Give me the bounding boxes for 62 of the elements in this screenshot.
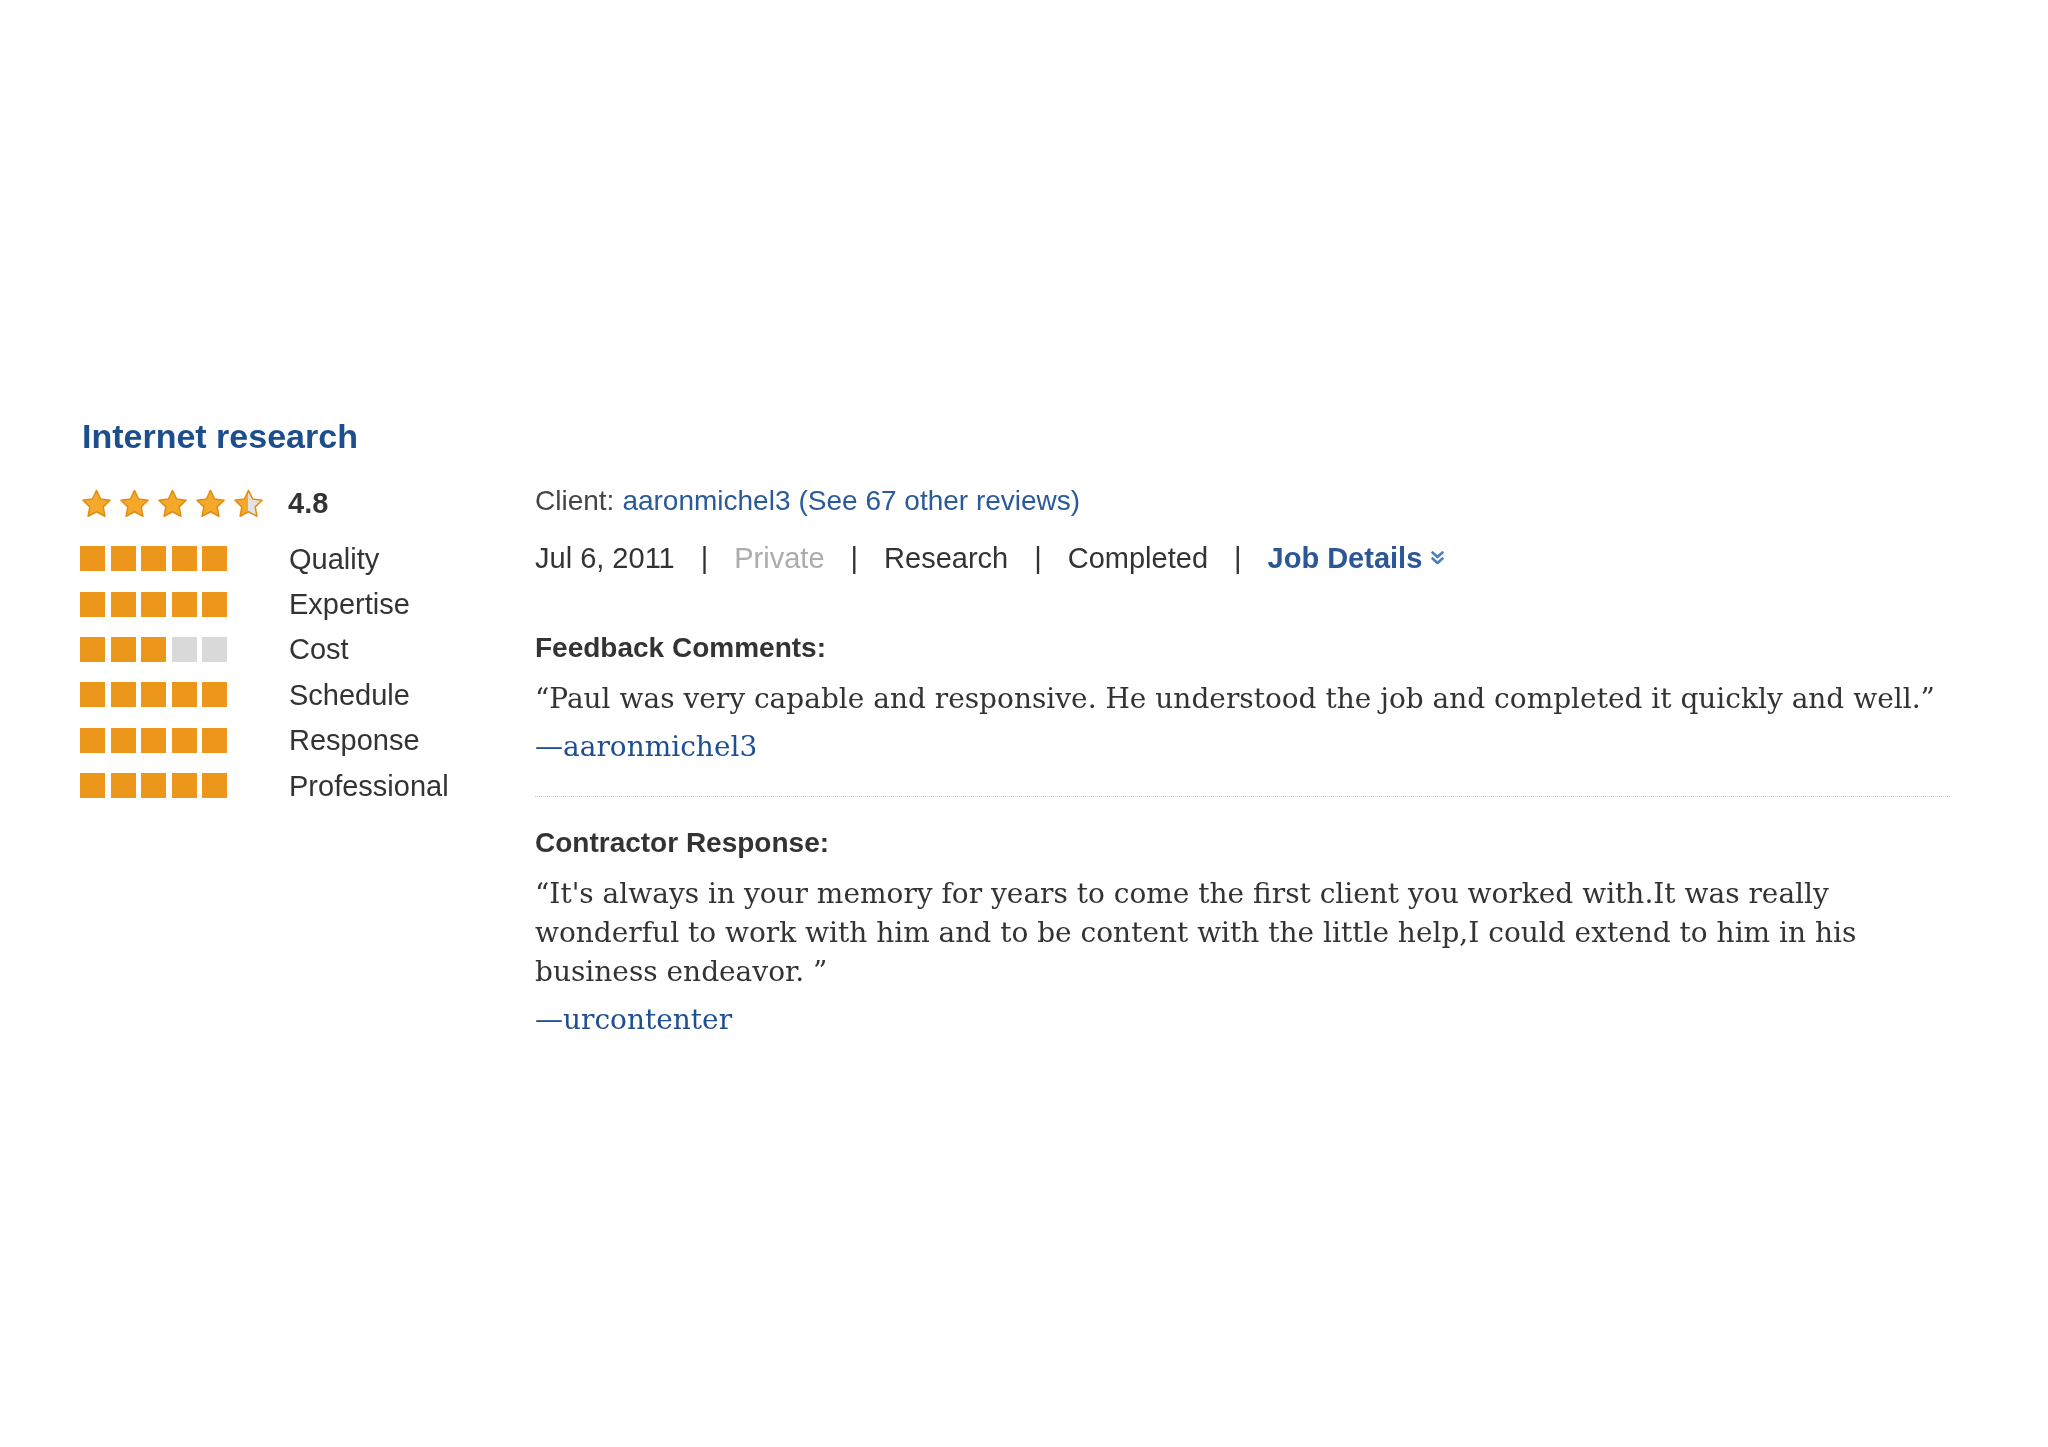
review-title: Internet research: [82, 419, 358, 453]
rating-block-icon: [110, 591, 136, 617]
criterion-label: Expertise: [289, 587, 410, 622]
rating-block-icon: [80, 636, 105, 662]
rating-block-icon: [171, 727, 197, 753]
rating-block-icon: [80, 546, 105, 572]
rating-block-icon: [202, 773, 227, 799]
rating-block-icon: [171, 591, 197, 617]
separator: |: [1034, 541, 1042, 575]
job-details-link[interactable]: Job Details: [1267, 541, 1445, 575]
rating-block-icon: [171, 773, 197, 799]
quote-text: “Paul was very capable and responsive. He understood the job and completed it quickly and well.”: [535, 681, 1936, 717]
separator: |: [1234, 541, 1242, 575]
rating-block-icon: [141, 591, 166, 617]
rating-score: 4.8: [288, 486, 329, 520]
client-link[interactable]: aaronmichel3: [622, 486, 791, 516]
separator: |: [850, 541, 859, 575]
rating-block-icon: [171, 636, 197, 662]
visibility-label: Private: [734, 541, 825, 575]
rating-block-icon: [110, 546, 136, 572]
criterion-label: Cost: [289, 632, 349, 667]
half-star-icon: [233, 487, 264, 519]
rating-block-icon: [202, 591, 227, 617]
rating-block-icon: [141, 682, 166, 708]
criterion-label: Professional: [289, 768, 449, 803]
rating-block-icon: [110, 636, 136, 662]
rating-block-icon: [202, 682, 227, 708]
rating-block-icon: [80, 682, 105, 708]
double-chevron-down-icon: [1431, 551, 1445, 565]
rating-block-icon: [141, 727, 166, 753]
star-icon: [195, 487, 226, 519]
star-icon: [157, 487, 188, 519]
rating-block-icon: [110, 773, 136, 799]
author-link[interactable]: —urcontenter: [535, 1000, 733, 1039]
rating-block-icon: [141, 546, 166, 572]
rating-block-icon: [202, 727, 227, 753]
star-icon: [81, 487, 112, 519]
rating-block-icon: [141, 773, 166, 799]
client-label: Client:: [535, 486, 615, 516]
author-link[interactable]: —aaronmichel3: [535, 727, 758, 766]
criterion-label: Schedule: [289, 677, 410, 712]
section-heading: Contractor Response:: [535, 827, 831, 859]
rating-block-icon: [202, 546, 227, 572]
job-category: Research: [884, 541, 1009, 575]
section-heading: Feedback Comments:: [535, 632, 827, 664]
rating-block-icon: [110, 727, 136, 753]
rating-block-icon: [80, 591, 105, 617]
rating-block-icon: [80, 773, 105, 799]
job-status: Completed: [1067, 541, 1208, 575]
criterion-label: Quality: [289, 541, 380, 576]
rating-block-icon: [80, 727, 105, 753]
rating-block-icon: [110, 682, 136, 708]
job-date: Jul 6, 2011: [535, 541, 675, 575]
rating-block-icon: [141, 636, 166, 662]
rating-block-icon: [202, 636, 227, 662]
rating-block-icon: [171, 546, 197, 572]
star-icon: [119, 487, 150, 519]
reviews-link[interactable]: (See 67 other reviews): [798, 486, 1081, 516]
criterion-label: Response: [289, 723, 420, 758]
separator: |: [700, 541, 709, 575]
quote-text: “It's always in your memory for years to come the first client you worked with.It was really wonderful to work with him and to be content with the little help,I could extend to him in his business endeavor. ”: [535, 876, 1858, 990]
rating-block-icon: [171, 682, 197, 708]
